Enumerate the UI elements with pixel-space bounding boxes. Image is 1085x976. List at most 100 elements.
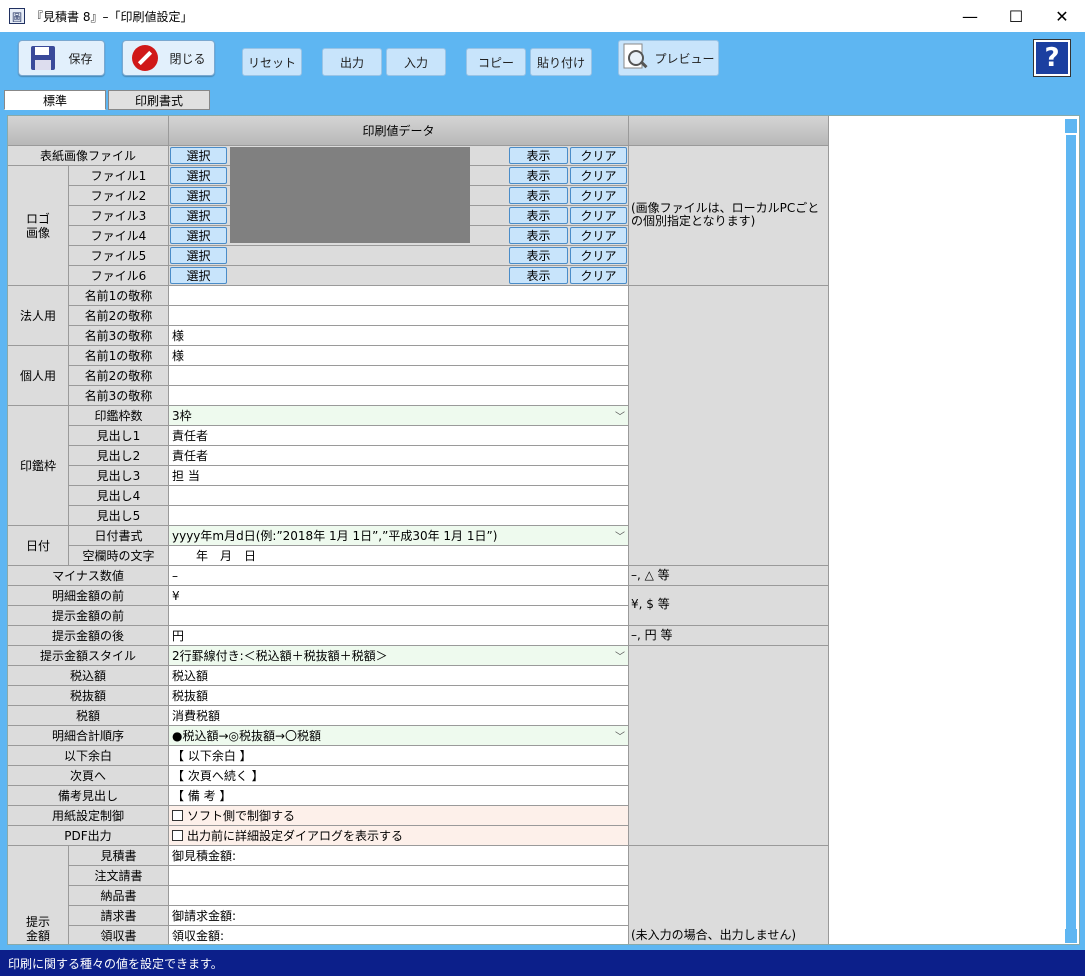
- present-before-input[interactable]: [169, 606, 629, 626]
- remarks-input[interactable]: 【 備 考 】: [169, 786, 629, 806]
- corp-hon1-input[interactable]: [169, 286, 629, 306]
- seal-heading4-input[interactable]: [169, 486, 629, 506]
- scroll-up-arrow[interactable]: [1065, 119, 1077, 133]
- personal-hon3-input[interactable]: [169, 386, 629, 406]
- logo-group-label: ロゴ 画像: [8, 166, 69, 286]
- next-page-input[interactable]: 【 次頁へ続く 】: [169, 766, 629, 786]
- minus-label: マイナス数値: [8, 566, 169, 586]
- personal-hon1-label: 名前1の敬称: [69, 346, 169, 366]
- seal-heading5-input[interactable]: [169, 506, 629, 526]
- presentation-group-label: 提示 金額: [8, 846, 69, 944]
- tax-incl-input[interactable]: 税込額: [169, 666, 629, 686]
- present-style-value: 2行罫線付き:＜税込額＋税抜額＋税額＞: [172, 649, 388, 663]
- doc-delivery-label: 納品書: [69, 886, 169, 906]
- personal-hon2-input[interactable]: [169, 366, 629, 386]
- seal-heading3-input[interactable]: 担 当: [169, 466, 629, 486]
- file2-show-button[interactable]: 表示: [509, 187, 568, 204]
- file6-clear-button[interactable]: クリア: [570, 267, 627, 284]
- present-after-input[interactable]: 円: [169, 626, 629, 646]
- corp-hon2-input[interactable]: [169, 306, 629, 326]
- preview-button[interactable]: プレビュー: [618, 40, 719, 76]
- file2-clear-button[interactable]: クリア: [570, 187, 627, 204]
- floppy-disk-icon: [31, 46, 56, 70]
- no-entry-icon: [132, 45, 159, 71]
- doc-order-input[interactable]: [169, 866, 629, 886]
- date-format-value: yyyy年m月d日(例:”2018年 1月 1日”,”平成30年 1月 1日”): [172, 529, 498, 543]
- close-button[interactable]: 閉じる: [122, 40, 215, 76]
- scroll-thumb[interactable]: [1066, 135, 1076, 935]
- file1-show-button[interactable]: 表示: [509, 167, 568, 184]
- present-style-select[interactable]: 2行罫線付き:＜税込額＋税抜額＋税額＞ ﹀: [169, 646, 629, 666]
- file3-show-button[interactable]: 表示: [509, 207, 568, 224]
- save-button[interactable]: 保存: [18, 40, 105, 76]
- tab-print-format[interactable]: 印刷書式: [108, 90, 210, 110]
- close-window-button[interactable]: ✕: [1039, 0, 1085, 32]
- minus-input[interactable]: –: [169, 566, 629, 586]
- cover-file-label: 表紙画像ファイル: [8, 146, 169, 166]
- seal-count-select[interactable]: 3枠 ﹀: [169, 406, 629, 426]
- image-preview: [230, 147, 470, 243]
- copy-button[interactable]: コピー: [466, 48, 526, 76]
- seal-group-label: 印鑑枠: [8, 406, 69, 526]
- settings-frame: 印刷値データ 表紙画像ファイル ロゴ 画像 ファイル1 ファイル2 ファイル3 …: [0, 112, 1085, 950]
- tax-excl-input[interactable]: 税抜額: [169, 686, 629, 706]
- output-button[interactable]: 出力: [322, 48, 382, 76]
- doc-receipt-input[interactable]: 領収金額:: [169, 926, 629, 944]
- minimize-button[interactable]: —: [947, 0, 993, 32]
- date-blank-input[interactable]: 年 月 日: [169, 546, 629, 566]
- doc-delivery-input[interactable]: [169, 886, 629, 906]
- cover-show-button[interactable]: 表示: [509, 147, 568, 164]
- file5-select-button[interactable]: 選択: [170, 247, 227, 264]
- file2-select-button[interactable]: 選択: [170, 187, 227, 204]
- file5-show-button[interactable]: 表示: [509, 247, 568, 264]
- preview-label: プレビュー: [654, 51, 715, 66]
- seal-heading2-label: 見出し2: [69, 446, 169, 466]
- file3-clear-button[interactable]: クリア: [570, 207, 627, 224]
- doc-invoice-input[interactable]: 御請求金額:: [169, 906, 629, 926]
- corp-hon3-input[interactable]: 様: [169, 326, 629, 346]
- corp-hon2-label: 名前2の敬称: [69, 306, 169, 326]
- seal-heading1-input[interactable]: 責任者: [169, 426, 629, 446]
- tab-bar: 標準 印刷書式: [0, 90, 1085, 112]
- seal-heading5-label: 見出し5: [69, 506, 169, 526]
- below-blank-input[interactable]: 【 以下余白 】: [169, 746, 629, 766]
- file2-label: ファイル2: [69, 186, 169, 206]
- file3-select-button[interactable]: 選択: [170, 207, 227, 224]
- cover-select-button[interactable]: 選択: [170, 147, 227, 164]
- total-order-select[interactable]: ●税込額→◎税抜額→〇税額 ﹀: [169, 726, 629, 746]
- file6-select-button[interactable]: 選択: [170, 267, 227, 284]
- seal-count-value: 3枠: [172, 409, 192, 423]
- header-data-col: 印刷値データ: [169, 116, 629, 146]
- cover-clear-button[interactable]: クリア: [570, 147, 627, 164]
- file4-show-button[interactable]: 表示: [509, 227, 568, 244]
- reset-button[interactable]: リセット: [242, 48, 302, 76]
- personal-hon1-input[interactable]: 様: [169, 346, 629, 366]
- file1-select-button[interactable]: 選択: [170, 167, 227, 184]
- file6-show-button[interactable]: 表示: [509, 267, 568, 284]
- maximize-button[interactable]: ☐: [993, 0, 1039, 32]
- vertical-scrollbar[interactable]: [1065, 119, 1077, 943]
- date-group-label: 日付: [8, 526, 69, 566]
- file4-select-button[interactable]: 選択: [170, 227, 227, 244]
- header-corner: [8, 116, 169, 146]
- pdf-out-checkbox[interactable]: 出力前に詳細設定ダイアログを表示する: [169, 826, 629, 846]
- file1-clear-button[interactable]: クリア: [570, 167, 627, 184]
- file4-clear-button[interactable]: クリア: [570, 227, 627, 244]
- date-format-select[interactable]: yyyy年m月d日(例:”2018年 1月 1日”,”平成30年 1月 1日”)…: [169, 526, 629, 546]
- input-button[interactable]: 入力: [386, 48, 446, 76]
- scroll-down-arrow[interactable]: [1065, 929, 1077, 943]
- file5-clear-button[interactable]: クリア: [570, 247, 627, 264]
- file3-label: ファイル3: [69, 206, 169, 226]
- doc-estimate-input[interactable]: 御見積金額:: [169, 846, 629, 866]
- close-label: 閉じる: [169, 51, 206, 66]
- seal-heading3-label: 見出し3: [69, 466, 169, 486]
- detail-before-input[interactable]: ¥: [169, 586, 629, 606]
- paste-button[interactable]: 貼り付け: [530, 48, 592, 76]
- pdf-out-text: 出力前に詳細設定ダイアログを表示する: [187, 829, 404, 843]
- tax-input[interactable]: 消費税額: [169, 706, 629, 726]
- personal-hon2-label: 名前2の敬称: [69, 366, 169, 386]
- paper-ctrl-checkbox[interactable]: ソフト側で制御する: [169, 806, 629, 826]
- seal-heading2-input[interactable]: 責任者: [169, 446, 629, 466]
- help-button[interactable]: ?: [1033, 39, 1071, 77]
- tab-standard[interactable]: 標準: [4, 90, 106, 110]
